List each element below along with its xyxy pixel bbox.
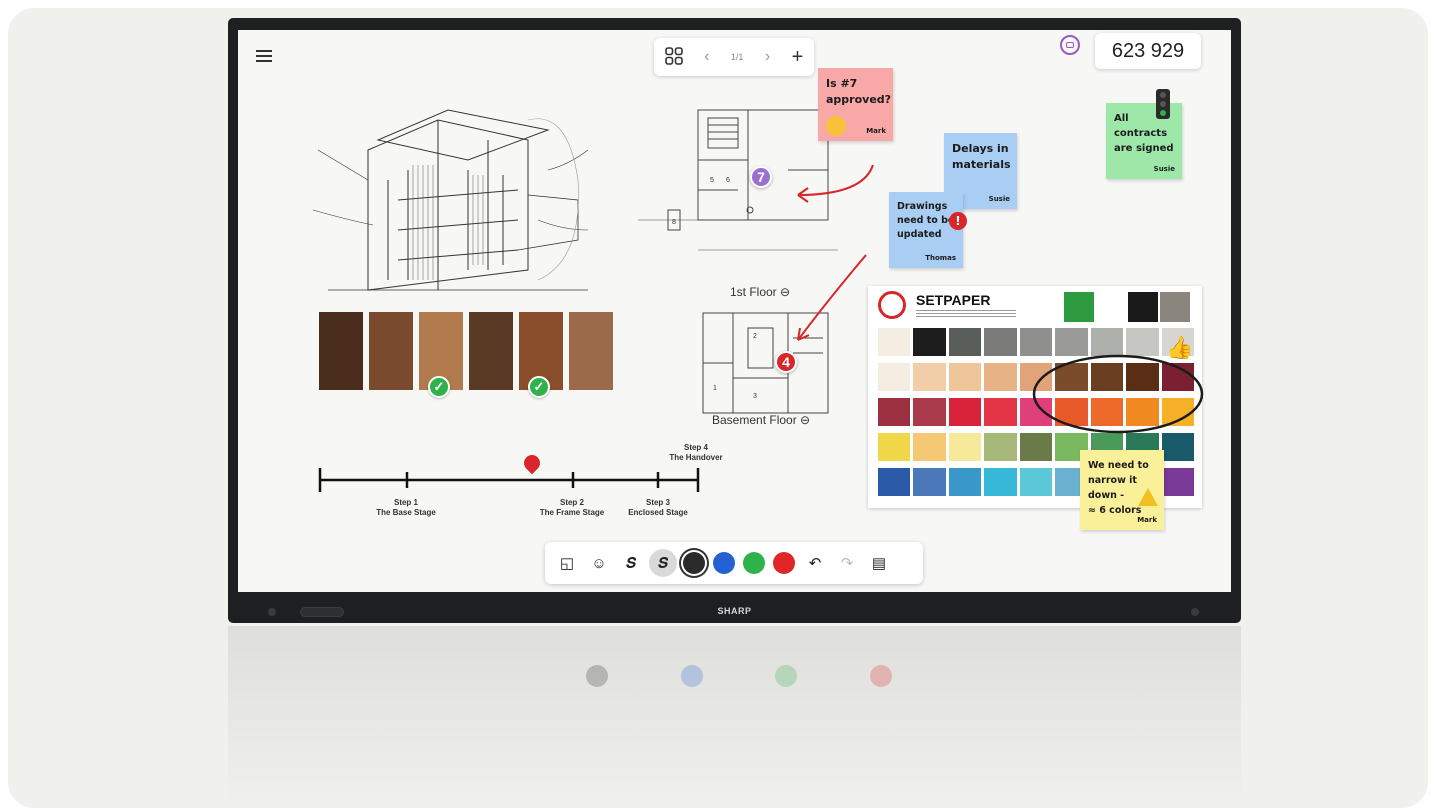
whiteboard-canvas[interactable]: ‹ 1/1 › + 623 929 ✓ ✓ 5 6 8 7 1 2 3 4 1s… (238, 30, 1231, 592)
svg-text:8: 8 (672, 219, 676, 226)
paint-swatch[interactable] (984, 468, 1017, 496)
paint-swatch[interactable] (913, 328, 946, 356)
sticky-note[interactable]: Is #7 approved? Mark (818, 68, 893, 141)
swatch-green[interactable] (1064, 292, 1094, 322)
wood-swatch[interactable] (319, 312, 363, 390)
reflected-toolbar (550, 656, 928, 696)
sticky-author: Mark (866, 127, 886, 135)
svg-text:3: 3 (753, 393, 757, 400)
paint-swatch[interactable] (984, 363, 1017, 391)
warning-icon (1138, 488, 1158, 506)
color-blue-button[interactable] (713, 552, 735, 574)
paint-swatch[interactable] (948, 468, 982, 496)
paint-swatch[interactable] (913, 433, 946, 461)
thinking-emoji-icon (826, 116, 846, 136)
sticky-text: Drawings need to be updated (897, 201, 955, 240)
page-indicator: 1/1 (730, 52, 744, 62)
timeline-step: Step 2 The Frame Stage (539, 498, 605, 517)
wood-swatch[interactable] (569, 312, 613, 390)
paint-swatch[interactable] (984, 433, 1017, 461)
floor-reflection (228, 626, 1241, 808)
page-navigation: ‹ 1/1 › + (654, 38, 814, 76)
timeline-step: Step 1 The Base Stage (376, 498, 436, 517)
paint-swatch[interactable] (913, 363, 946, 391)
wood-swatch[interactable] (469, 312, 513, 390)
paint-swatch[interactable] (984, 328, 1017, 356)
grid-icon[interactable] (664, 46, 683, 68)
key-icon: ⊖ (800, 413, 811, 427)
svg-text:2: 2 (753, 333, 757, 340)
sticky-text: Is #7 approved? (826, 77, 892, 106)
hamburger-menu-icon[interactable] (256, 50, 272, 62)
swatch-gray[interactable] (1160, 292, 1190, 322)
svg-text:6: 6 (726, 177, 730, 184)
sticky-author: Thomas (925, 254, 956, 262)
thumbs-up-icon: 👍 (1166, 335, 1194, 360)
color-green-button[interactable] (743, 552, 765, 574)
clipboard-button[interactable]: ▤ (863, 547, 895, 579)
paint-swatch[interactable] (948, 328, 982, 356)
room-code: 623 929 (1095, 33, 1201, 69)
redo-button[interactable]: ↷ (831, 547, 863, 579)
paint-swatch[interactable] (1019, 468, 1053, 496)
sticky-note[interactable]: Drawings need to be updated Thomas ! (889, 192, 967, 268)
alert-icon: ! (949, 212, 967, 230)
undo-button[interactable]: ↶ (799, 547, 831, 579)
sticky-note[interactable]: We need to narrow it down - ≈ 6 colors M… (1080, 450, 1164, 530)
paint-swatch[interactable] (878, 468, 911, 496)
sticky-author: Mark (1137, 516, 1157, 524)
pen-tool-button[interactable]: 𝑺 (615, 547, 647, 579)
timeline-step: Step 4 The Handover (669, 443, 723, 462)
add-page-button[interactable]: + (792, 46, 804, 69)
select-tool-button[interactable]: ◱ (551, 547, 583, 579)
paint-swatch[interactable] (878, 433, 911, 461)
circle-annotation (1032, 354, 1204, 434)
connection-icon[interactable] (1060, 35, 1080, 55)
marker-tool-button[interactable]: 𝑺 (649, 549, 677, 577)
background-stage: ‹ 1/1 › + 623 929 ✓ ✓ 5 6 8 7 1 2 3 4 1s… (8, 8, 1428, 808)
setpaper-logo (878, 291, 906, 319)
paint-swatch[interactable] (878, 363, 911, 391)
reflected-swatch (775, 665, 798, 687)
setpaper-title: SETPAPER (916, 292, 991, 308)
paint-swatch[interactable] (948, 398, 982, 426)
paint-swatch[interactable] (948, 433, 982, 461)
paint-swatch[interactable] (878, 328, 911, 356)
sticky-note[interactable]: All contracts are signed Susie (1106, 103, 1182, 179)
reflected-swatch (586, 665, 609, 687)
paint-swatch[interactable] (878, 398, 911, 426)
color-black-button[interactable] (683, 552, 705, 574)
paint-swatch[interactable] (913, 398, 946, 426)
brand-logo: SHARP (717, 606, 752, 616)
sticky-author: Susie (1153, 165, 1175, 173)
basement-floor-label: Basement Floor ⊖ (712, 413, 811, 427)
paint-swatch[interactable] (984, 398, 1017, 426)
sticky-text: Delays in materials (952, 142, 1011, 171)
svg-text:5: 5 (710, 177, 714, 184)
project-timeline (318, 468, 700, 492)
reflected-swatch (680, 665, 703, 687)
svg-text:1: 1 (713, 385, 717, 392)
paint-swatch[interactable] (948, 363, 982, 391)
previous-page-button[interactable]: ‹ (704, 48, 709, 66)
display-monitor: ‹ 1/1 › + 623 929 ✓ ✓ 5 6 8 7 1 2 3 4 1s… (228, 18, 1241, 623)
traffic-light-icon (1156, 89, 1170, 119)
paint-swatch[interactable] (913, 468, 946, 496)
swatch-black[interactable] (1128, 292, 1158, 322)
color-red-button[interactable] (773, 552, 795, 574)
drawing-toolbar: ◱ ☺ 𝑺 𝑺 ↶ ↷ ▤ (545, 542, 923, 584)
sticker-tool-button[interactable]: ☺ (583, 547, 615, 579)
sticky-author: Susie (988, 195, 1010, 203)
building-sketch (312, 109, 589, 291)
paint-swatch[interactable] (1161, 468, 1194, 496)
wood-swatch[interactable] (369, 312, 413, 390)
check-icon: ✓ (528, 376, 550, 398)
setpaper-fine-print (916, 310, 1016, 318)
next-page-button[interactable]: › (765, 48, 770, 66)
timeline-step: Step 3 Enclosed Stage (628, 498, 688, 517)
check-icon: ✓ (428, 376, 450, 398)
reflected-swatch (869, 665, 892, 687)
